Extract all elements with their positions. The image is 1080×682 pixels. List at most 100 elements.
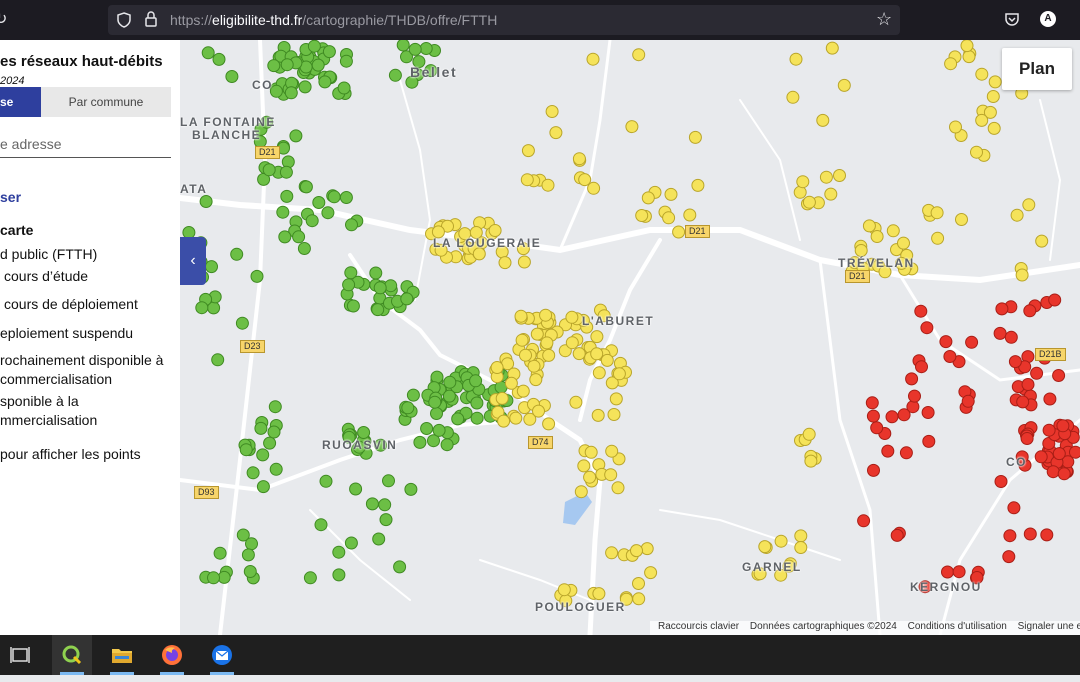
eligibility-point-yellow[interactable]	[787, 91, 799, 103]
eligibility-point-green[interactable]	[429, 396, 441, 408]
eligibility-point-red[interactable]	[1044, 393, 1056, 405]
eligibility-point-green[interactable]	[471, 412, 483, 424]
eligibility-point-green[interactable]	[213, 53, 225, 65]
eligibility-point-red[interactable]	[953, 566, 965, 578]
eligibility-point-yellow[interactable]	[601, 354, 613, 366]
address-search-input[interactable]: e adresse	[0, 136, 61, 152]
url-text[interactable]: https://eligibilite-thd.fr/cartographie/…	[170, 12, 497, 28]
eligibility-point-yellow[interactable]	[633, 593, 645, 605]
eligibility-point-yellow[interactable]	[584, 471, 596, 483]
eligibility-point-red[interactable]	[1053, 370, 1065, 382]
eligibility-point-green[interactable]	[328, 191, 340, 203]
eligibility-point-red[interactable]	[1004, 530, 1016, 542]
eligibility-point-yellow[interactable]	[684, 209, 696, 221]
eligibility-point-yellow[interactable]	[606, 445, 618, 457]
eligibility-point-red[interactable]	[1003, 551, 1015, 563]
eligibility-point-yellow[interactable]	[826, 42, 838, 54]
eligibility-point-green[interactable]	[306, 215, 318, 227]
eligibility-point-red[interactable]	[866, 397, 878, 409]
eligibility-point-green[interactable]	[333, 546, 345, 558]
eligibility-point-yellow[interactable]	[575, 486, 587, 498]
eligibility-point-yellow[interactable]	[605, 469, 617, 481]
eligibility-point-red[interactable]	[886, 411, 898, 423]
eligibility-point-yellow[interactable]	[956, 214, 968, 226]
eligibility-point-yellow[interactable]	[543, 349, 555, 361]
eligibility-point-yellow[interactable]	[610, 393, 622, 405]
eligibility-point-green[interactable]	[338, 82, 350, 94]
eligibility-point-red[interactable]	[942, 566, 954, 578]
eligibility-point-yellow[interactable]	[515, 310, 527, 322]
eligibility-point-green[interactable]	[308, 40, 320, 52]
eligibility-point-green[interactable]	[231, 248, 243, 260]
eligibility-point-red[interactable]	[944, 351, 956, 363]
eligibility-point-green[interactable]	[379, 499, 391, 511]
eligibility-point-green[interactable]	[280, 166, 292, 178]
eligibility-point-green[interactable]	[244, 566, 256, 578]
map-view[interactable]: BelletCOLA FONTAINEBLANCHEATALA LOUGERAI…	[180, 40, 1080, 635]
eligibility-point-red[interactable]	[906, 373, 918, 385]
eligibility-point-green[interactable]	[421, 423, 433, 435]
eligibility-point-yellow[interactable]	[516, 334, 528, 346]
eligibility-point-yellow[interactable]	[566, 337, 578, 349]
reload-icon[interactable]: ↻	[0, 12, 7, 28]
eligibility-point-yellow[interactable]	[491, 362, 503, 374]
eligibility-point-green[interactable]	[346, 219, 358, 231]
eligibility-point-red[interactable]	[871, 422, 883, 434]
eligibility-point-yellow[interactable]	[820, 171, 832, 183]
eligibility-point-green[interactable]	[394, 561, 406, 573]
eligibility-point-green[interactable]	[214, 547, 226, 559]
eligibility-point-green[interactable]	[312, 59, 324, 71]
eligibility-point-green[interactable]	[270, 463, 282, 475]
eligibility-point-red[interactable]	[922, 407, 934, 419]
eligibility-point-yellow[interactable]	[612, 482, 624, 494]
pocket-icon[interactable]	[1004, 11, 1020, 31]
eligibility-point-yellow[interactable]	[971, 146, 983, 158]
account-avatar[interactable]: A	[1040, 11, 1056, 27]
eligibility-point-green[interactable]	[319, 76, 331, 88]
eligibility-point-yellow[interactable]	[663, 212, 675, 224]
eligibility-point-yellow[interactable]	[645, 567, 657, 579]
eligibility-point-yellow[interactable]	[522, 145, 534, 157]
eligibility-point-yellow[interactable]	[976, 114, 988, 126]
eligibility-point-green[interactable]	[279, 231, 291, 243]
eligibility-point-green[interactable]	[320, 475, 332, 487]
eligibility-point-red[interactable]	[1047, 466, 1059, 478]
eligibility-point-yellow[interactable]	[825, 188, 837, 200]
eligibility-point-yellow[interactable]	[570, 396, 582, 408]
eligibility-point-green[interactable]	[345, 537, 357, 549]
firefox-icon[interactable]	[152, 635, 192, 675]
eligibility-point-yellow[interactable]	[573, 348, 585, 360]
eligibility-point-red[interactable]	[1005, 331, 1017, 343]
collapse-panel-button[interactable]: ‹	[180, 237, 206, 285]
eligibility-point-yellow[interactable]	[528, 360, 540, 372]
map-type-plan-button[interactable]: Plan	[1002, 48, 1072, 90]
eligibility-point-green[interactable]	[333, 569, 345, 581]
eligibility-point-green[interactable]	[196, 302, 208, 314]
bookmark-star-icon[interactable]: ☆	[876, 11, 892, 27]
lock-icon[interactable]	[144, 11, 158, 31]
eligibility-point-yellow[interactable]	[521, 174, 533, 186]
eligibility-point-yellow[interactable]	[932, 232, 944, 244]
eligibility-point-yellow[interactable]	[593, 588, 605, 600]
eligibility-point-yellow[interactable]	[689, 131, 701, 143]
eligibility-point-yellow[interactable]	[863, 220, 875, 232]
eligibility-point-green[interactable]	[444, 376, 456, 388]
eligibility-point-green[interactable]	[370, 267, 382, 279]
eligibility-point-green[interactable]	[268, 60, 280, 72]
eligibility-point-yellow[interactable]	[540, 309, 552, 321]
eligibility-point-yellow[interactable]	[579, 174, 591, 186]
eligibility-point-red[interactable]	[891, 529, 903, 541]
eligibility-point-yellow[interactable]	[887, 225, 899, 237]
eligibility-point-yellow[interactable]	[510, 412, 522, 424]
eligibility-point-red[interactable]	[1017, 396, 1029, 408]
eligibility-point-green[interactable]	[242, 549, 254, 561]
eligibility-point-yellow[interactable]	[606, 547, 618, 559]
eligibility-point-green[interactable]	[441, 439, 453, 451]
eligibility-point-green[interactable]	[269, 401, 281, 413]
eligibility-point-yellow[interactable]	[834, 170, 846, 182]
eligibility-point-yellow[interactable]	[591, 348, 603, 360]
legend-item[interactable]: sponible à la	[0, 393, 79, 409]
eligibility-point-green[interactable]	[431, 408, 443, 420]
eligibility-point-green[interactable]	[366, 498, 378, 510]
eligibility-point-yellow[interactable]	[505, 377, 517, 389]
